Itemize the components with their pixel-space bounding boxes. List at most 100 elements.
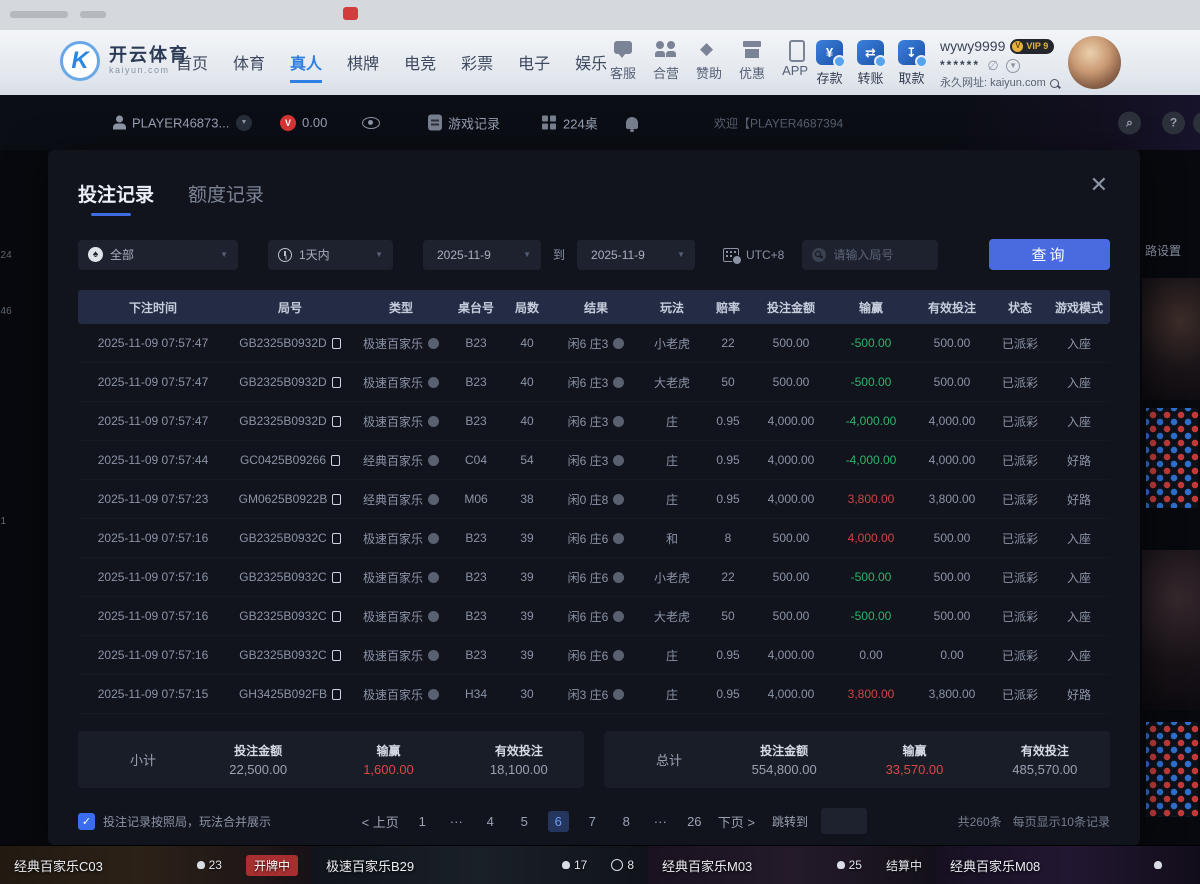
nav-item[interactable]: 首页 — [176, 42, 208, 83]
info-icon[interactable] — [613, 494, 624, 505]
info-icon[interactable] — [428, 689, 439, 700]
cell-game-type: 极速百家乐 — [352, 647, 450, 664]
page-number[interactable]: ··· — [446, 811, 467, 832]
cell-game-type: 经典百家乐 — [352, 452, 450, 469]
deposit-button[interactable]: ¥ 存款 — [816, 40, 843, 87]
copy-icon[interactable] — [332, 416, 341, 427]
nav-item[interactable]: 彩票 — [461, 42, 493, 83]
info-icon[interactable] — [428, 377, 439, 388]
nav-item[interactable]: 真人 — [290, 42, 322, 83]
copy-icon[interactable] — [332, 533, 341, 544]
copy-icon[interactable] — [332, 338, 341, 349]
nav-item[interactable]: 娱乐 — [575, 42, 607, 83]
live-video-thumbnail[interactable] — [1142, 550, 1200, 710]
live-table-tile[interactable]: 经典百家乐M08 — [936, 846, 1200, 884]
date-from-select[interactable]: 2025-11-9 ▼ — [423, 240, 541, 270]
promo-link[interactable]: 优惠 — [739, 40, 765, 82]
tab[interactable]: 额度记录 — [188, 180, 264, 216]
game-type-select[interactable]: ♠ 全部 ▼ — [78, 240, 238, 270]
edge-button[interactable] — [1193, 111, 1200, 134]
cell-bet-amount: 4,000.00 — [752, 414, 830, 428]
account-dropdown[interactable]: ▼ — [236, 115, 252, 131]
nav-item[interactable]: 体育 — [233, 42, 265, 83]
page-number[interactable]: 5 — [514, 811, 535, 832]
eye-off-icon[interactable]: ∅ — [986, 59, 1000, 73]
info-icon[interactable] — [613, 377, 624, 388]
page-number[interactable]: 4 — [480, 811, 501, 832]
player-account[interactable]: PLAYER46873... — [112, 115, 229, 130]
sponsor-link[interactable]: 赞助 — [696, 40, 722, 82]
info-icon[interactable] — [428, 572, 439, 583]
chevron-down-icon[interactable]: ▼ — [1006, 59, 1020, 73]
info-icon[interactable] — [613, 338, 624, 349]
copy-icon[interactable] — [332, 494, 341, 505]
date-to-select[interactable]: 2025-11-9 ▼ — [577, 240, 695, 270]
live-table-tile[interactable]: 经典百家乐C03 23 开牌中 — [0, 846, 312, 884]
brand-logo[interactable]: K 开云体育 kaiyun.com — [60, 41, 189, 81]
road-settings-label[interactable]: 路设置 — [1145, 242, 1181, 259]
page-number[interactable]: 26 — [684, 811, 705, 832]
info-icon[interactable] — [428, 650, 439, 661]
column-header: 赔率 — [704, 299, 752, 316]
tab[interactable]: 投注记录 — [78, 180, 154, 216]
nav-item[interactable]: 电竞 — [404, 42, 436, 83]
info-icon[interactable] — [613, 650, 624, 661]
balance-display[interactable]: V 0.00 — [280, 115, 327, 131]
jump-page-input[interactable] — [821, 808, 867, 834]
cell-game-mode: 入座 — [1048, 569, 1110, 586]
game-record-link[interactable]: 游戏记录 — [428, 113, 500, 132]
info-icon[interactable] — [428, 416, 439, 427]
transfer-button[interactable]: ⇄ 转账 — [857, 40, 884, 87]
total-count: 共260条 — [958, 813, 1002, 830]
page-number[interactable]: 8 — [616, 811, 637, 832]
copy-icon[interactable] — [332, 650, 341, 661]
search-icon[interactable] — [1049, 78, 1061, 90]
notifications-button[interactable] — [626, 117, 638, 129]
customer-service-link[interactable]: 客服 — [610, 40, 636, 82]
info-icon[interactable] — [428, 455, 439, 466]
live-table-tile[interactable]: 极速百家乐B29 17 8 — [312, 846, 648, 884]
page-number[interactable]: 6 — [548, 811, 569, 832]
vip-badge[interactable]: V VIP 9 — [1010, 39, 1054, 54]
live-table-tile[interactable]: 经典百家乐M03 25 结算中 — [648, 846, 936, 884]
copy-icon[interactable] — [332, 689, 341, 700]
user-avatar[interactable] — [1068, 36, 1121, 89]
nav-item[interactable]: 电子 — [518, 42, 550, 83]
page-number[interactable]: 7 — [582, 811, 603, 832]
table-count-link[interactable]: 224桌 — [542, 113, 598, 132]
next-page-button[interactable]: 下页 > — [718, 812, 755, 831]
info-icon[interactable] — [428, 338, 439, 349]
info-icon[interactable] — [428, 611, 439, 622]
nav-item[interactable]: 棋牌 — [347, 42, 379, 83]
info-icon[interactable] — [613, 416, 624, 427]
chevron-down-icon: ▼ — [220, 250, 228, 259]
info-icon[interactable] — [428, 494, 439, 505]
info-icon[interactable] — [428, 533, 439, 544]
live-video-thumbnail[interactable] — [1142, 278, 1200, 400]
app-link[interactable]: APP — [782, 40, 808, 82]
prev-page-button[interactable]: < 上页 — [362, 812, 399, 831]
help-button[interactable]: ? — [1162, 111, 1185, 134]
info-icon[interactable] — [613, 572, 624, 583]
copy-icon[interactable] — [331, 455, 340, 466]
time-range-select[interactable]: 1天内 ▼ — [268, 240, 393, 270]
query-button[interactable]: 查询 — [989, 239, 1110, 270]
timezone-display[interactable]: UTC+8 — [723, 248, 784, 262]
copy-icon[interactable] — [332, 377, 341, 388]
lobby-search-button[interactable]: ⌕ — [1118, 111, 1141, 134]
info-icon[interactable] — [613, 689, 624, 700]
table-status: 开牌中 — [246, 855, 298, 876]
info-icon[interactable] — [613, 533, 624, 544]
close-icon[interactable]: ✕ — [1090, 174, 1108, 196]
copy-icon[interactable] — [332, 611, 341, 622]
withdraw-button[interactable]: ↧ 取款 — [898, 40, 925, 87]
partnership-link[interactable]: 合营 — [653, 40, 679, 82]
merge-checkbox[interactable]: ✓ — [78, 813, 95, 830]
round-search-input[interactable]: 请输入局号 — [802, 240, 938, 270]
info-icon[interactable] — [613, 455, 624, 466]
page-number[interactable]: ··· — [650, 811, 671, 832]
page-number[interactable]: 1 — [412, 811, 433, 832]
copy-icon[interactable] — [332, 572, 341, 583]
toggle-balance-visibility[interactable] — [362, 117, 380, 129]
info-icon[interactable] — [613, 611, 624, 622]
